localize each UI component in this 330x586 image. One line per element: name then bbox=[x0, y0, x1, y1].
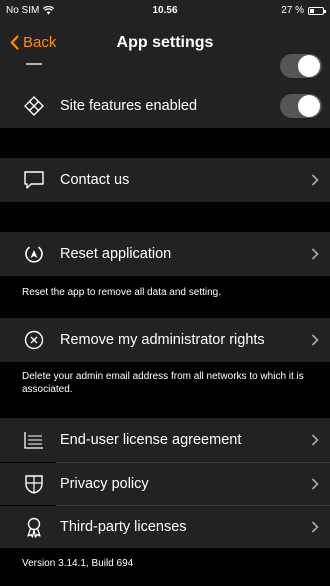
partial-settings-row bbox=[0, 54, 330, 84]
remove-circle-icon bbox=[22, 328, 46, 352]
contact-us-row[interactable]: Contact us bbox=[0, 158, 330, 202]
site-features-label: Site features enabled bbox=[60, 98, 198, 114]
reset-icon bbox=[22, 242, 46, 266]
chevron-right-icon bbox=[311, 334, 319, 346]
remove-admin-rights-label: Remove my administrator rights bbox=[60, 332, 265, 348]
chevron-right-icon bbox=[311, 174, 319, 186]
toggle-knob bbox=[298, 55, 320, 77]
toggle-knob bbox=[298, 95, 320, 117]
remove-admin-description: Delete your admin email address from all… bbox=[22, 371, 304, 395]
contact-us-label: Contact us bbox=[60, 172, 130, 188]
privacy-policy-label: Privacy policy bbox=[60, 476, 149, 492]
eula-label: End-user license agreement bbox=[60, 432, 242, 448]
privacy-policy-row[interactable]: Privacy policy bbox=[0, 463, 330, 505]
battery-percent: 27 % bbox=[281, 5, 304, 16]
reset-description: Reset the app to remove all data and set… bbox=[22, 287, 222, 298]
third-party-licenses-row[interactable]: Third-party licenses bbox=[0, 506, 330, 548]
site-features-icon bbox=[22, 94, 46, 118]
site-features-toggle[interactable] bbox=[280, 94, 322, 118]
reset-application-label: Reset application bbox=[60, 246, 172, 262]
sliders-icon bbox=[22, 56, 46, 80]
eula-row[interactable]: End-user license agreement bbox=[0, 418, 330, 462]
award-ribbon-icon bbox=[22, 515, 46, 539]
battery-icon bbox=[308, 6, 326, 15]
document-lines-icon bbox=[22, 428, 46, 452]
shield-icon bbox=[22, 472, 46, 496]
site-features-row[interactable]: Site features enabled bbox=[0, 84, 330, 128]
chevron-right-icon bbox=[311, 248, 319, 260]
third-party-licenses-label: Third-party licenses bbox=[60, 519, 187, 535]
reset-application-row[interactable]: Reset application bbox=[0, 232, 330, 276]
status-bar: No SIM 10.56 27 % bbox=[0, 0, 330, 24]
chevron-right-icon bbox=[311, 478, 319, 490]
battery-fill bbox=[310, 8, 314, 13]
chevron-right-icon bbox=[311, 521, 319, 533]
page-title: App settings bbox=[116, 34, 214, 51]
remove-admin-rights-row[interactable]: Remove my administrator rights bbox=[0, 318, 330, 362]
hide-sliders-toggle[interactable] bbox=[280, 54, 322, 78]
version-info: Version 3.14.1, Build 694 bbox=[22, 558, 134, 569]
navigation-bar: Back App settings bbox=[0, 24, 330, 62]
battery-info: 27 % bbox=[281, 5, 326, 16]
chevron-right-icon bbox=[311, 434, 319, 446]
chat-bubble-icon bbox=[22, 168, 46, 192]
